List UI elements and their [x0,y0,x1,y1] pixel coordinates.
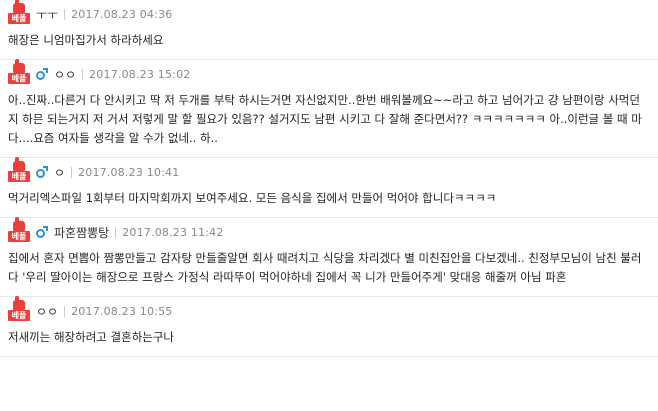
commenter-nickname[interactable]: ㅇ [54,164,65,181]
thumbs-up-icon [13,59,25,73]
comment-text: 아..진짜..다른거 다 안시키고 딱 저 두개를 부탁 하시는거면 자신없지만… [8,93,642,145]
best-comment-badge: 베플 [8,157,30,183]
comment-item: 베플 ㅇㅇ 2017.08.23 15:02 아..진짜..다른거 다 안시키고… [0,59,658,158]
comment-meta: 베플 ㅜㅜ 2017.08.23 04:36 [8,0,650,25]
meta-divider [64,8,66,20]
comment-item: 베플 ㅇ 2017.08.23 10:41 먹거리엑스파일 1회부터 마지막회까… [0,157,658,218]
meta-divider [71,166,73,178]
thumbs-up-icon [13,157,25,171]
comment-meta: 베플 파혼짬뽕탕 2017.08.23 11:42 [8,217,650,243]
commenter-nickname[interactable]: ㅇㅇ [54,66,76,83]
commenter-nickname[interactable]: 파혼짬뽕탕 [54,224,109,241]
thumbs-up-icon [13,296,25,310]
comment-date: 2017.08.23 04:36 [71,7,173,21]
meta-divider [64,305,66,317]
thumbs-up-icon [13,217,25,231]
best-badge-label: 베플 [8,73,30,84]
best-comment-badge: 베플 [8,217,30,243]
commenter-nickname[interactable]: ㅜㅜ [36,6,58,23]
comment-text: 해장은 니엄마집가서 하라하세요 [8,33,164,47]
best-comment-badge: 베플 [8,296,30,322]
best-badge-label: 베플 [8,13,30,24]
male-icon [36,226,48,238]
comment-date: 2017.08.23 11:42 [122,225,224,239]
comment-text: 저새끼는 해장하려고 결혼하는구나 [8,330,175,344]
thumbs-up-icon [13,0,25,13]
male-icon [36,166,48,178]
comment-item: 베플 ㅜㅜ 2017.08.23 04:36 해장은 니엄마집가서 하라하세요 [0,0,658,60]
best-badge-label: 베플 [8,310,30,321]
meta-divider [82,68,84,80]
best-badge-label: 베플 [8,231,30,242]
comment-text: 먹거리엑스파일 1회부터 마지막회까지 보여주세요. 모든 음식을 집에서 만들… [8,191,497,205]
male-icon [36,68,48,80]
comment-date: 2017.08.23 10:55 [71,304,173,318]
comment-meta: 베플 ㅇㅇ 2017.08.23 15:02 [8,59,650,85]
comment-item: 베플 파혼짬뽕탕 2017.08.23 11:42 집에서 혼자 면뽑아 짬뽕만… [0,217,658,297]
comment-list: 베플 ㅜㅜ 2017.08.23 04:36 해장은 니엄마집가서 하라하세요 … [0,0,658,357]
comment-date: 2017.08.23 10:41 [78,165,180,179]
commenter-nickname[interactable]: ㅇㅇ [36,303,58,320]
best-comment-badge: 베플 [8,59,30,85]
comment-meta: 베플 ㅇ 2017.08.23 10:41 [8,157,650,183]
comment-date: 2017.08.23 15:02 [89,67,191,81]
comment-item: 베플 ㅇㅇ 2017.08.23 10:55 저새끼는 해장하려고 결혼하는구나 [0,296,658,357]
comment-meta: 베플 ㅇㅇ 2017.08.23 10:55 [8,296,650,322]
best-badge-label: 베플 [8,171,30,182]
best-comment-badge: 베플 [8,0,30,25]
comment-text: 집에서 혼자 면뽑아 짬뽕만들고 감자탕 만들줄알면 회사 때려치고 식당을 차… [8,251,642,284]
meta-divider [115,226,117,238]
